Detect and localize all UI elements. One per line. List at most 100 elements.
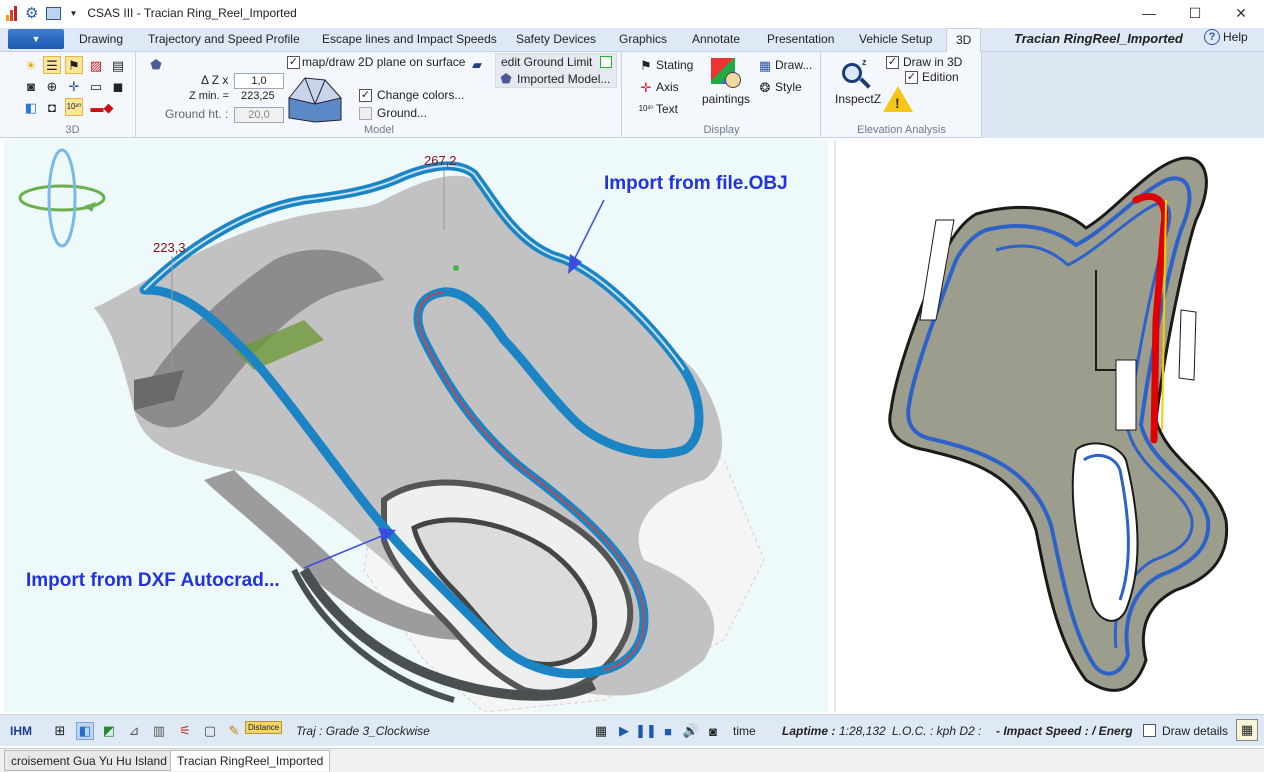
- 3d-track-model[interactable]: [4, 140, 828, 712]
- tab-graphics[interactable]: Graphics: [619, 32, 667, 46]
- distance-button[interactable]: Distance: [245, 721, 283, 734]
- tab-3d[interactable]: 3D: [946, 28, 982, 53]
- ground-label[interactable]: Ground...: [377, 106, 427, 120]
- imported-model-icon: ⬟: [500, 70, 512, 86]
- draw-in-3d-checkbox[interactable]: ✓: [886, 56, 899, 69]
- ground-height-input[interactable]: 20,0: [234, 107, 284, 123]
- frame-icon[interactable]: ▢: [201, 722, 219, 740]
- cube-icon[interactable]: ◧: [22, 98, 40, 116]
- draw-in-3d-label: Draw in 3D: [903, 55, 963, 69]
- settings-gear-icon[interactable]: ⚙: [25, 4, 38, 22]
- ribbon-group-elevation: z InspectZ ! ✓ Draw in 3D ✓ Edition Elev…: [822, 52, 982, 138]
- paintings-button[interactable]: paintings: [702, 92, 750, 106]
- stating-icon: ⚑: [640, 57, 652, 73]
- 2d-track-map[interactable]: [836, 140, 1256, 712]
- change-colors-checkbox[interactable]: ✓: [359, 89, 372, 102]
- document-tabs: croisement Gua Yu Hu Island Tracian Ring…: [0, 748, 1264, 772]
- numbers-icon[interactable]: 10²⁰: [65, 98, 83, 116]
- style-button[interactable]: Style: [775, 80, 802, 94]
- help-label: Help: [1223, 30, 1248, 44]
- clapper-icon[interactable]: ▦: [592, 722, 610, 740]
- video-camera-icon[interactable]: ◼: [109, 77, 127, 95]
- draw-details-checkbox[interactable]: [1143, 724, 1156, 737]
- sliders-icon[interactable]: ☰: [43, 56, 61, 74]
- edit-ground-limit-button[interactable]: edit Ground Limit: [501, 55, 592, 69]
- profile-icon[interactable]: ⚟: [176, 722, 194, 740]
- tab-annotate[interactable]: Annotate: [692, 32, 740, 46]
- map-grid-icon[interactable]: ▦: [1236, 719, 1258, 741]
- quick-access-dropdown-icon[interactable]: ▼: [69, 9, 77, 18]
- document-title: Tracian RingReel_Imported: [1014, 31, 1183, 46]
- crosshair-icon[interactable]: ⊕: [43, 77, 61, 95]
- doc-tab-tracian[interactable]: Tracian RingReel_Imported: [170, 750, 331, 771]
- axes-icon[interactable]: ✛: [65, 77, 83, 95]
- map-draw-checkbox[interactable]: ✓: [287, 56, 300, 69]
- inspectz-button[interactable]: InspectZ: [835, 92, 881, 106]
- film-icon[interactable]: ▤: [109, 56, 127, 74]
- style-palette-icon: ❂: [759, 79, 771, 95]
- window-title: CSAS III - Tracian Ring_Reel_Imported: [87, 6, 297, 20]
- model-icon[interactable]: ⬟: [147, 55, 165, 73]
- maximize-button[interactable]: ☐: [1172, 0, 1218, 26]
- draw-button[interactable]: Draw...: [775, 58, 812, 72]
- 3d-viewport[interactable]: 223,3 267,2 Import from file.OBJ Import …: [4, 140, 828, 712]
- stating-button[interactable]: Stating: [656, 58, 693, 72]
- laptime-label: Laptime :: [782, 724, 836, 738]
- image-icon[interactable]: [46, 6, 62, 20]
- histogram-icon[interactable]: ▥: [150, 722, 168, 740]
- tab-vehicle-setup[interactable]: Vehicle Setup: [859, 32, 932, 46]
- ground-checkbox[interactable]: [359, 107, 372, 120]
- paintings-icon: [711, 58, 741, 88]
- warning-mark: !: [895, 95, 900, 111]
- layers-icon[interactable]: ◩: [100, 722, 118, 740]
- folder-icon[interactable]: ▰: [468, 55, 486, 73]
- axis-button[interactable]: Axis: [656, 80, 679, 94]
- minimize-button[interactable]: —: [1126, 0, 1172, 26]
- file-menu-button[interactable]: ▼: [8, 29, 64, 49]
- map-draw-label: map/draw 2D plane on surface: [302, 55, 466, 69]
- help-button[interactable]: ? Help: [1204, 29, 1248, 45]
- chevron-down-icon: ▼: [31, 34, 41, 44]
- tab-presentation[interactable]: Presentation: [767, 32, 834, 46]
- axis-icon: ✛: [640, 79, 652, 95]
- sun-icon[interactable]: ☀: [22, 56, 40, 74]
- tab-escape-lines[interactable]: Escape lines and Impact Speeds: [322, 32, 497, 46]
- 2d-track-overview[interactable]: [834, 140, 1256, 712]
- racecar-icon[interactable]: ▬◆: [87, 98, 117, 116]
- tab-safety-devices[interactable]: Safety Devices: [516, 32, 596, 46]
- trajectory-label: Traj : Grade 3_Clockwise: [296, 724, 430, 738]
- pause-icon[interactable]: ❚❚: [635, 722, 657, 740]
- camera-icon[interactable]: ◙: [22, 77, 40, 95]
- ihm-label[interactable]: IHM: [10, 724, 32, 738]
- close-button[interactable]: ✕: [1218, 0, 1264, 26]
- text-button[interactable]: Text: [656, 102, 678, 116]
- tab-trajectory[interactable]: Trajectory and Speed Profile: [148, 32, 300, 46]
- inspectz-magnifier-icon: z: [840, 57, 874, 91]
- video-icon[interactable]: ◙: [704, 722, 722, 740]
- dz-input[interactable]: 1,0: [234, 73, 284, 89]
- ground-plane-icon[interactable]: [287, 76, 343, 124]
- group-label-3d: 3D: [65, 124, 80, 136]
- title-bar: ⚙ ▼ CSAS III - Tracian Ring_Reel_Importe…: [0, 0, 1264, 26]
- time-label: time: [733, 724, 756, 738]
- flag-icon[interactable]: ⚑: [65, 56, 83, 74]
- barrier-icon[interactable]: ▨: [87, 56, 105, 74]
- doc-tab-croisement[interactable]: croisement Gua Yu Hu Island: [4, 750, 174, 771]
- photo-icon[interactable]: ◘: [43, 98, 61, 116]
- imported-model-button[interactable]: Imported Model...: [517, 72, 610, 86]
- 3d-view-icon[interactable]: ◧: [76, 722, 94, 740]
- annotation-import-obj: Import from file.OBJ: [604, 173, 788, 194]
- ruler-icon[interactable]: ✎: [225, 722, 243, 740]
- chart-icon[interactable]: ⊿: [125, 722, 143, 740]
- edition-checkbox[interactable]: ✓: [905, 71, 918, 84]
- ribbon-empty-area: [982, 52, 1264, 138]
- tab-drawing[interactable]: Drawing: [79, 32, 123, 46]
- play-icon[interactable]: ▶: [615, 722, 633, 740]
- ribbon: ☀ ☰ ⚑ ▨ ▤ ◙ ⊕ ✛ ▭ ◼ ◧ ◘ 10²⁰ ▬◆ 3D ⬟ Δ Z…: [0, 52, 1264, 138]
- rotate-view-icon[interactable]: [18, 148, 106, 248]
- stop-icon[interactable]: ■: [659, 722, 677, 740]
- change-colors-label[interactable]: Change colors...: [377, 88, 464, 102]
- view-icon[interactable]: ⊞: [51, 722, 69, 740]
- sound-icon[interactable]: 🔊: [682, 722, 700, 740]
- window-icon[interactable]: ▭: [87, 77, 105, 95]
